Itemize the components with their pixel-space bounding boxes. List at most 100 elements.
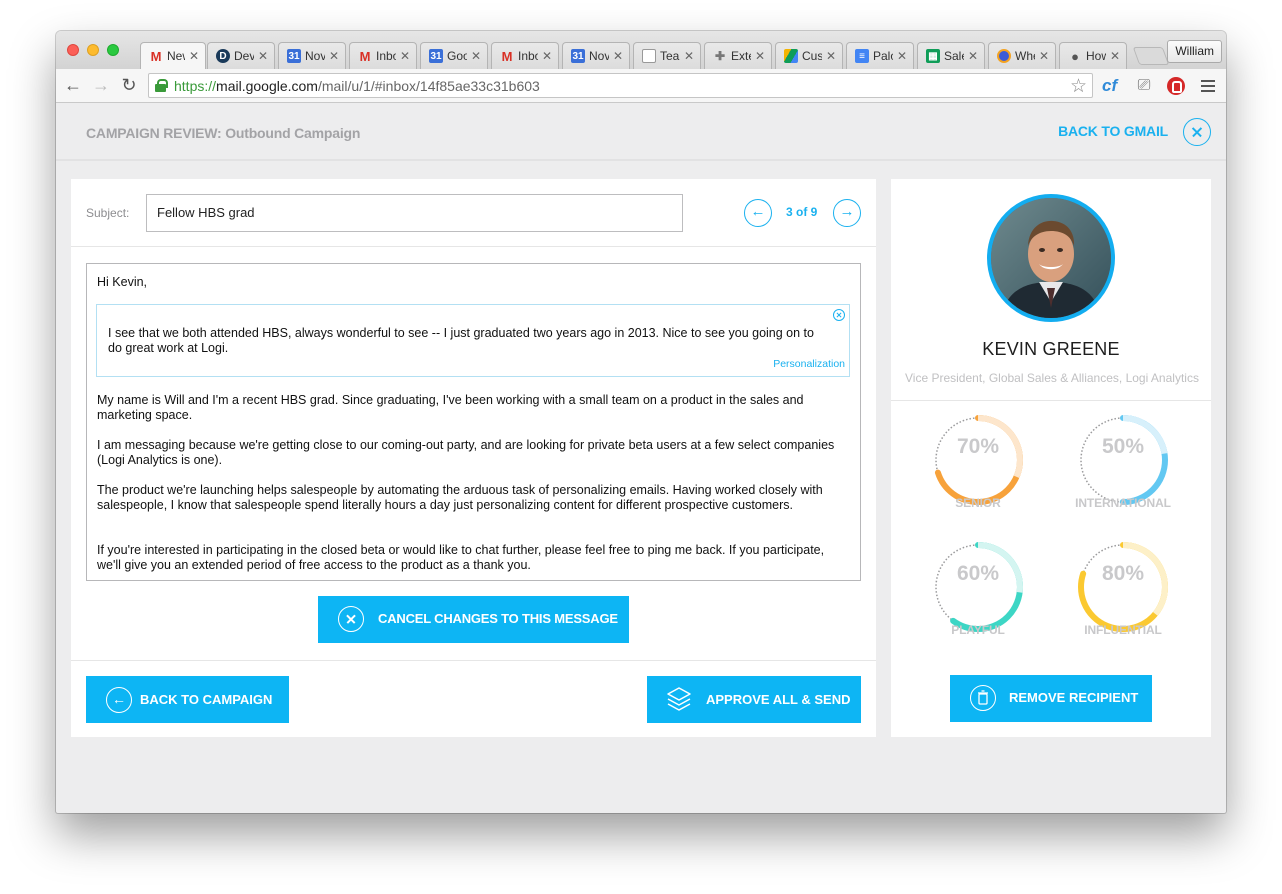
cf-extension-icon[interactable]: cf <box>1102 75 1117 97</box>
paragraph: If you're interested in participating in… <box>97 543 825 572</box>
trait-gauge-international: 50% INTERNATIONAL <box>1068 405 1178 515</box>
adblock-icon[interactable] <box>1167 77 1185 95</box>
apple-icon: ● <box>1071 49 1079 63</box>
personalization-text: I see that we both attended HBS, always … <box>108 326 814 355</box>
close-window-button[interactable] <box>67 44 79 56</box>
paragraph: I am messaging because we're getting clo… <box>97 438 835 467</box>
browser-tab[interactable]: Whe ✕ <box>988 42 1056 69</box>
trait-label: SENIOR <box>955 496 1001 510</box>
puzzle-icon: ✚ <box>714 49 726 63</box>
close-tab-icon[interactable]: ✕ <box>826 49 836 63</box>
back-to-campaign-button[interactable]: ← BACK TO CAMPAIGN <box>86 676 289 723</box>
app-header: CAMPAIGN REVIEW: Outbound Campaign BACK … <box>56 103 1226 161</box>
close-tab-icon[interactable]: ✕ <box>329 49 339 63</box>
close-tab-icon[interactable]: ✕ <box>755 49 765 63</box>
browser-tab[interactable]: 31 Goo ✕ <box>420 42 488 69</box>
tab-title: Goo <box>447 49 467 63</box>
tab-title: Nov <box>589 49 609 63</box>
personalization-block[interactable]: I see that we both attended HBS, always … <box>96 304 850 377</box>
tab-title: Inbo <box>518 49 538 63</box>
calendar-icon: 31 <box>429 49 443 63</box>
trait-percent: 60% <box>956 562 1000 585</box>
close-tab-icon[interactable]: ✕ <box>189 49 199 63</box>
back-to-gmail-link[interactable]: BACK TO GMAIL <box>1058 123 1168 139</box>
contact-name: KEVIN GREENE <box>982 339 1120 359</box>
window-controls <box>67 44 119 56</box>
forward-arrow-icon[interactable]: → <box>90 74 112 96</box>
pager-count: 3 of 9 <box>786 205 818 219</box>
tab-title: Nov <box>305 49 325 63</box>
browser-tab[interactable]: ≡ Palo ✕ <box>846 42 914 69</box>
previous-arrow-icon[interactable]: ← <box>744 199 772 227</box>
paragraph: My name is Will and I'm a recent HBS gra… <box>97 393 804 422</box>
close-tab-icon[interactable]: ✕ <box>613 49 623 63</box>
browser-tab[interactable]: M Inbo ✕ <box>349 42 417 69</box>
footer-actions: ← BACK TO CAMPAIGN APPROVE ALL & SEND <box>71 660 876 737</box>
close-tab-icon[interactable]: ✕ <box>968 49 978 63</box>
address-bar[interactable]: https://mail.google.com/mail/u/1/#inbox/… <box>148 73 1093 98</box>
subject-label: Subject: <box>86 206 130 220</box>
trait-label: PLAYFUL <box>951 623 1005 637</box>
close-tab-icon[interactable]: ✕ <box>1110 49 1120 63</box>
close-tab-icon[interactable]: ✕ <box>1039 49 1049 63</box>
close-tab-icon[interactable]: ✕ <box>684 49 694 63</box>
bookmark-star-icon[interactable]: ☆ <box>1070 75 1087 98</box>
menu-icon[interactable] <box>1201 80 1215 92</box>
subject-input[interactable]: Fellow HBS grad <box>146 194 683 232</box>
browser-tab[interactable]: ● How ✕ <box>1059 42 1127 69</box>
minimize-window-button[interactable] <box>87 44 99 56</box>
remove-personalization-icon[interactable] <box>833 309 845 321</box>
close-tab-icon[interactable]: ✕ <box>258 49 268 63</box>
message-panel: Subject: Fellow HBS grad ← 3 of 9 → Hi K… <box>71 179 876 737</box>
contact-title: Vice President, Global Sales & Alliances… <box>905 371 1199 385</box>
tab-title: New <box>167 49 185 63</box>
gmail-icon: M <box>359 49 371 63</box>
cancel-icon <box>338 606 364 632</box>
browser-tab[interactable]: Cus ✕ <box>775 42 843 69</box>
profile-button[interactable]: William <box>1167 40 1222 63</box>
close-tab-icon[interactable]: ✕ <box>400 49 410 63</box>
next-arrow-icon[interactable]: → <box>833 199 861 227</box>
circle-app-icon <box>997 49 1011 63</box>
approve-all-send-button[interactable]: APPROVE ALL & SEND <box>647 676 861 723</box>
tab-title: Palo <box>873 49 893 63</box>
avatar <box>987 194 1115 322</box>
browser-tab[interactable]: M Inbo ✕ <box>491 42 559 69</box>
reload-icon[interactable]: ↻ <box>118 74 140 96</box>
browser-tab[interactable]: ▦ Sale ✕ <box>917 42 985 69</box>
tab-title: Cus <box>802 49 822 63</box>
cancel-changes-button[interactable]: CANCEL CHANGES TO THIS MESSAGE <box>318 596 629 643</box>
back-arrow-icon[interactable]: ← <box>62 74 84 96</box>
close-icon[interactable] <box>1183 118 1211 146</box>
zoom-window-button[interactable] <box>107 44 119 56</box>
trash-icon <box>970 685 996 711</box>
remove-recipient-button[interactable]: REMOVE RECIPIENT <box>950 675 1152 722</box>
browser-tab[interactable]: 31 Nov ✕ <box>562 42 630 69</box>
browser-tab[interactable]: D Dev ✕ <box>207 42 275 69</box>
url-text: https://mail.google.com/mail/u/1/#inbox/… <box>174 78 540 94</box>
page-title: CAMPAIGN REVIEW: Outbound Campaign <box>86 125 361 141</box>
contact-panel: KEVIN GREENE Vice President, Global Sale… <box>891 179 1211 737</box>
calendar-icon: 31 <box>287 49 301 63</box>
trait-percent: 50% <box>1101 435 1145 458</box>
trait-percent: 70% <box>956 435 1000 458</box>
calendar-icon: 31 <box>571 49 585 63</box>
devpost-icon: D <box>216 49 230 63</box>
browser-tab[interactable]: ✚ Exte ✕ <box>704 42 772 69</box>
browser-tab[interactable]: Tea ✕ <box>633 42 701 69</box>
subject-row: Subject: Fellow HBS grad ← 3 of 9 → <box>71 179 876 247</box>
back-arrow-circle-icon: ← <box>106 687 132 713</box>
trait-label: INFLUENTIAL <box>1084 623 1162 637</box>
browser-tab[interactable]: M New ✕ <box>140 42 206 69</box>
close-tab-icon[interactable]: ✕ <box>897 49 907 63</box>
browser-tab[interactable]: 31 Nov ✕ <box>278 42 346 69</box>
layers-icon <box>667 687 691 711</box>
new-tab-button[interactable] <box>1132 47 1170 65</box>
cast-icon[interactable]: ⎚ <box>1134 75 1154 97</box>
close-tab-icon[interactable]: ✕ <box>471 49 481 63</box>
browser-toolbar: ← → ↻ https://mail.google.com/mail/u/1/#… <box>56 69 1226 103</box>
sheets-icon: ▦ <box>926 49 940 63</box>
close-tab-icon[interactable]: ✕ <box>542 49 552 63</box>
trait-gauge-influential: 80% INFLUENTIAL <box>1068 532 1178 642</box>
message-body[interactable]: Hi Kevin, I see that we both attended HB… <box>86 263 861 581</box>
